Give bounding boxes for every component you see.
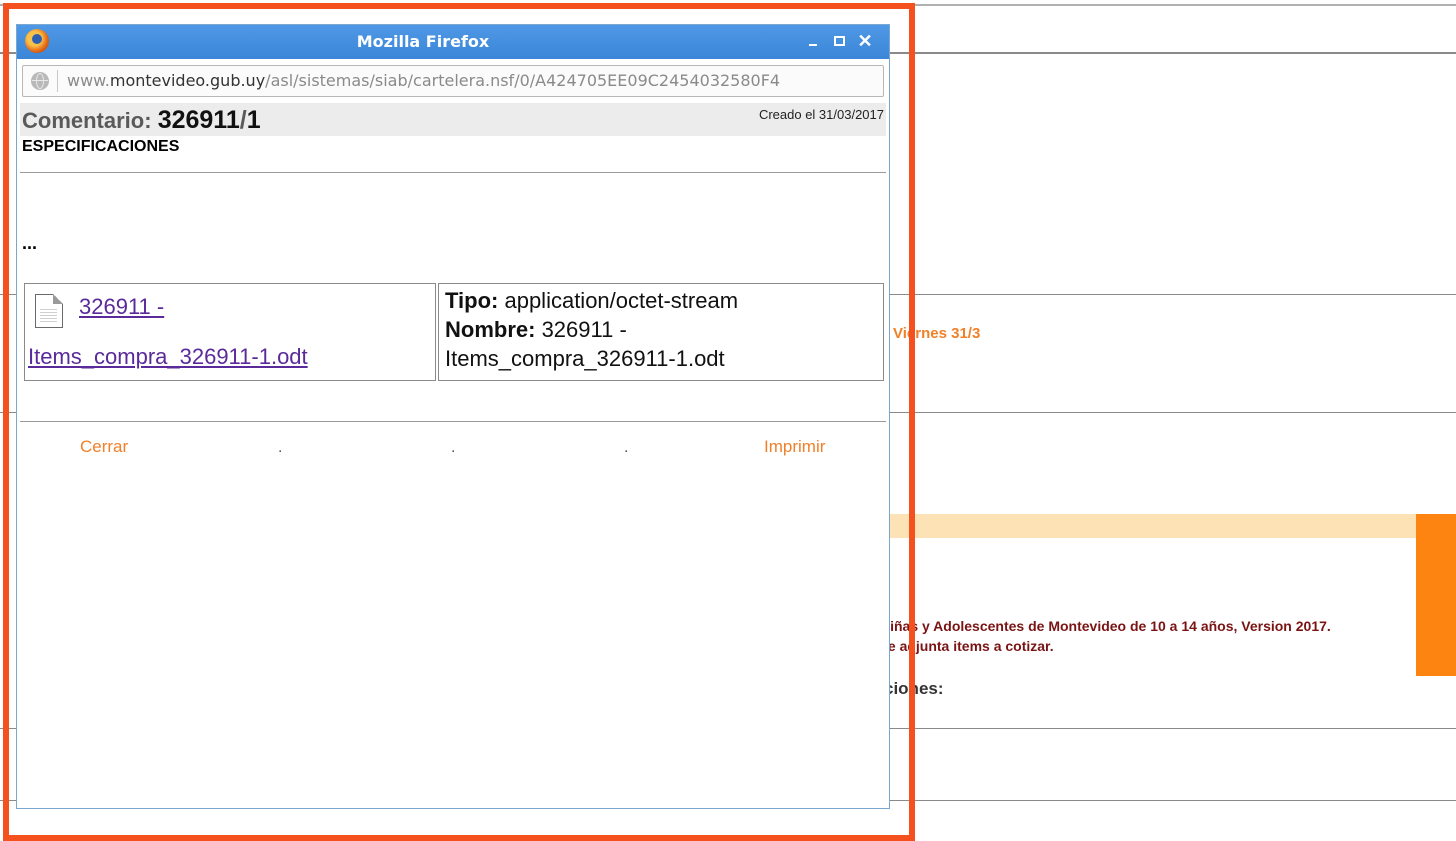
comment-header: Comentario: 326911/1 Creado el 31/03/201… — [20, 103, 886, 136]
type-label: Tipo: — [445, 288, 499, 313]
window-title: Mozilla Firefox — [356, 32, 490, 51]
ellipsis-text: ... — [22, 233, 38, 253]
highlight-band — [880, 514, 1416, 538]
orange-side-block — [1416, 514, 1456, 676]
popup-window: Mozilla Firefox ✕ www.montevideo.gub.uy/… — [16, 24, 890, 809]
name-line: Nombre: 326911 - — [445, 317, 627, 343]
attachment-link[interactable]: 326911 - — [79, 294, 164, 320]
name-label: Nombre: — [445, 317, 536, 342]
separator-dot: . — [278, 439, 283, 456]
close-button[interactable]: ✕ — [855, 31, 875, 51]
divider — [20, 172, 886, 173]
url-bar[interactable]: www.montevideo.gub.uy/asl/sistemas/siab/… — [22, 65, 884, 97]
created-date: Creado el 31/03/2017 — [758, 107, 884, 122]
date-text: Viernes 31/3 — [893, 325, 981, 342]
attachment-link[interactable]: Items_compra_326911-1.odt — [28, 344, 308, 370]
description-line: Niñas y Adolescentes de Montevideo de 10… — [880, 618, 1331, 634]
name-line-continued: Items_compra_326911-1.odt — [445, 346, 725, 371]
separator-dot: . — [624, 439, 629, 456]
section-title: ESPECIFICACIONES — [22, 138, 180, 155]
action-bar: Cerrar . . . Imprimir — [20, 437, 886, 461]
divider — [20, 421, 886, 422]
url-domain: montevideo.gub.uy — [109, 71, 266, 90]
close-link[interactable]: Cerrar — [80, 437, 128, 457]
top-rule — [0, 4, 1456, 6]
url-separator — [57, 70, 58, 92]
comment-slash: / — [239, 106, 247, 134]
separator-dot: . — [451, 439, 456, 456]
title-bar[interactable]: Mozilla Firefox ✕ — [17, 25, 889, 59]
description-line: ) Se adjunta items a cotizar. — [870, 638, 1054, 654]
minimize-button[interactable] — [803, 31, 823, 51]
comment-suffix: 1 — [246, 106, 261, 134]
type-line: Tipo: application/octet-stream — [445, 288, 738, 314]
url-prefix: www. — [67, 71, 110, 90]
type-value: application/octet-stream — [498, 288, 739, 313]
url-path: /asl/sistemas/siab/cartelera.nsf/0/A4247… — [265, 71, 781, 90]
name-value: 326911 - — [535, 317, 627, 342]
comment-label: Comentario: — [22, 108, 158, 133]
print-link[interactable]: Imprimir — [764, 437, 825, 457]
section-heading: ciones: — [884, 679, 944, 698]
comment-title: Comentario: 326911/1 — [22, 106, 261, 135]
url-text[interactable]: www.montevideo.gub.uy/asl/sistemas/siab/… — [67, 66, 780, 96]
attachment-meta-cell: Tipo: application/octet-stream Nombre: 3… — [438, 283, 884, 381]
document-icon[interactable] — [35, 294, 63, 328]
comment-number: 326911 — [157, 106, 240, 134]
maximize-button[interactable] — [829, 31, 849, 51]
attachment-table: 326911 - Items_compra_326911-1.odt Tipo:… — [24, 283, 884, 381]
attachment-link-cell: 326911 - Items_compra_326911-1.odt — [24, 283, 436, 381]
globe-icon — [31, 72, 49, 90]
